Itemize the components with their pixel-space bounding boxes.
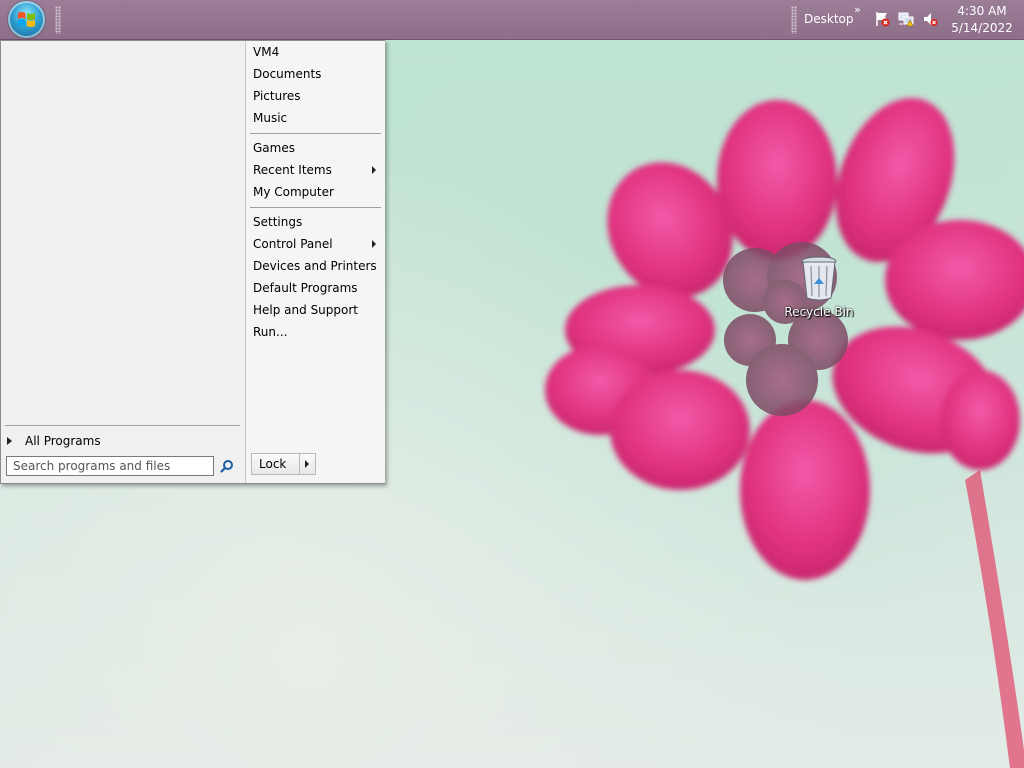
arrow-right-icon <box>305 460 309 468</box>
all-programs-label: All Programs <box>25 434 101 448</box>
menu-item-label: Control Panel <box>253 237 333 251</box>
volume-muted-icon[interactable] <box>922 11 938 27</box>
submenu-arrow-icon <box>372 166 376 174</box>
shutdown-options-button[interactable] <box>299 453 316 475</box>
menu-item-devices-and-printers[interactable]: Devices and Printers <box>253 256 381 276</box>
wallpaper-flower <box>545 97 1024 768</box>
menu-item-run[interactable]: Run... <box>253 322 381 342</box>
menu-item-label: Documents <box>253 67 322 81</box>
menu-item-default-programs[interactable]: Default Programs <box>253 278 381 298</box>
menu-item-recent-items[interactable]: Recent Items <box>253 160 381 180</box>
taskbar-grip[interactable] <box>55 6 61 34</box>
start-menu: All Programs VM4 Documents Pictures Musi… <box>0 40 385 484</box>
clock-date: 5/14/2022 <box>951 21 1013 35</box>
menu-item-music[interactable]: Music <box>253 108 381 128</box>
menu-item-label: Default Programs <box>253 281 358 295</box>
menu-item-label: Music <box>253 111 288 125</box>
divider <box>250 207 381 208</box>
lock-button[interactable]: Lock <box>251 453 299 475</box>
network-icon[interactable] <box>898 11 914 27</box>
search-input[interactable] <box>6 456 214 476</box>
clock-time: 4:30 AM <box>957 4 1007 18</box>
menu-item-label: Devices and Printers <box>253 259 377 273</box>
menu-item-settings[interactable]: Settings <box>253 212 381 232</box>
menu-item-label: Recent Items <box>253 163 332 177</box>
menu-item-label: VM4 <box>253 45 280 59</box>
menu-item-games[interactable]: Games <box>253 138 381 158</box>
submenu-arrow-icon <box>372 240 376 248</box>
menu-item-label: Games <box>253 141 295 155</box>
menu-item-documents[interactable]: Documents <box>253 64 381 84</box>
action-center-flag-icon[interactable] <box>874 11 890 27</box>
windows-logo-icon <box>18 12 35 27</box>
start-menu-programs-pane: All Programs <box>1 41 245 483</box>
toolbar-overflow-button[interactable]: » <box>854 3 861 16</box>
system-clock[interactable]: 4:30 AM 5/14/2022 <box>950 3 1014 37</box>
search-icon[interactable] <box>220 459 234 473</box>
start-button[interactable] <box>8 1 45 38</box>
divider <box>5 425 240 426</box>
divider <box>250 133 381 134</box>
menu-item-label: Help and Support <box>253 303 358 317</box>
recycle-bin[interactable]: Recycle Bin <box>784 254 854 319</box>
toolbar-grip[interactable] <box>791 6 797 34</box>
menu-item-label: My Computer <box>253 185 334 199</box>
all-programs-button[interactable]: All Programs <box>5 433 101 449</box>
arrow-right-icon <box>7 437 12 445</box>
taskbar: Desktop » 4:30 AM 5/14/2022 <box>0 0 1024 40</box>
menu-item-help-and-support[interactable]: Help and Support <box>253 300 381 320</box>
menu-item-vm4[interactable]: VM4 <box>253 42 381 62</box>
recycle-bin-label: Recycle Bin <box>784 305 854 319</box>
start-menu-places-pane: VM4 Documents Pictures Music Games Recen… <box>245 41 385 483</box>
menu-item-label: Settings <box>253 215 303 229</box>
menu-item-pictures[interactable]: Pictures <box>253 86 381 106</box>
desktop-toolbar-label[interactable]: Desktop <box>804 12 854 26</box>
menu-item-label: Run... <box>253 325 288 339</box>
menu-item-label: Pictures <box>253 89 301 103</box>
recycle-bin-icon <box>801 256 837 301</box>
menu-item-control-panel[interactable]: Control Panel <box>253 234 381 254</box>
menu-item-my-computer[interactable]: My Computer <box>253 182 381 202</box>
